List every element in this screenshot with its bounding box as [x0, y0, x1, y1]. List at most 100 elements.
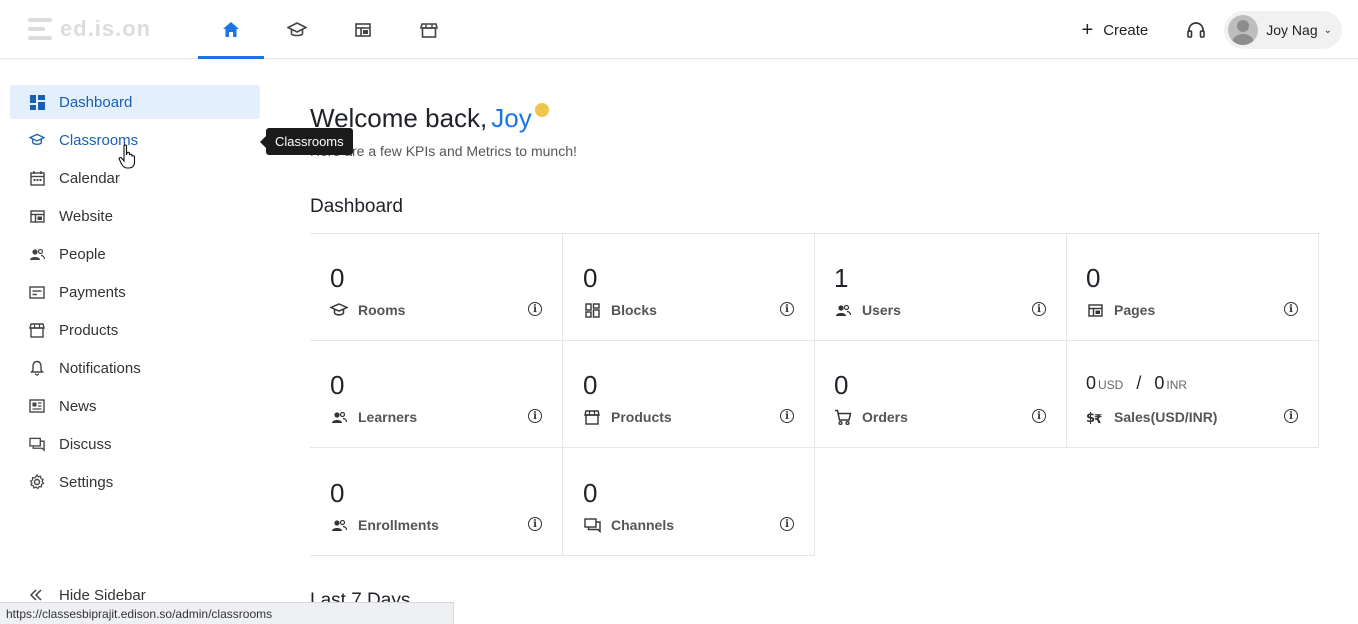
kpi-label-row: $ ₹ Sales(USD/INR): [1086, 408, 1217, 426]
kpi-label-row: Products: [583, 408, 672, 426]
top-bar: ed.is.on + Create Joy Nag ⌄: [0, 0, 1358, 59]
avatar: [1228, 15, 1259, 45]
sidebar-item-label: People: [59, 245, 106, 263]
welcome-name: Joy: [491, 103, 532, 133]
support-button[interactable]: [1186, 21, 1206, 39]
create-label: Create: [1103, 21, 1149, 39]
kpi-label: Products: [611, 409, 672, 425]
kpi-label: Learners: [358, 409, 418, 425]
kpi-label-row: Users: [834, 301, 901, 319]
logo-text: ed.is.on: [60, 16, 152, 41]
user-menu[interactable]: Joy Nag ⌄: [1224, 11, 1342, 49]
create-button[interactable]: + Create: [1082, 20, 1149, 40]
kpi-label: Rooms: [358, 302, 406, 318]
home-icon: [223, 22, 239, 37]
chevrons-left-icon: [29, 589, 45, 601]
sidebar-item-website[interactable]: Website: [10, 199, 260, 233]
sidebar-item-products[interactable]: Products: [10, 313, 260, 347]
kpi-card-products[interactable]: 0 Products i: [562, 340, 815, 448]
kpi-card-users[interactable]: 1 Users i: [814, 233, 1067, 341]
store-icon: [420, 22, 438, 38]
top-right: + Create Joy Nag ⌄: [1082, 10, 1342, 50]
sales-usd-value: 0: [1086, 373, 1097, 393]
sidebar-item-discuss[interactable]: Discuss: [10, 427, 260, 461]
kpi-card-learners[interactable]: 0 Learners i: [310, 340, 563, 448]
kpi-label: Blocks: [611, 302, 657, 318]
people-icon: [330, 516, 348, 534]
info-icon[interactable]: i: [528, 409, 542, 423]
classroom-icon: [330, 301, 348, 319]
kpi-value-sales: 0 USD / 0 INR: [1086, 373, 1187, 394]
kpi-card-enrollments[interactable]: 0 Enrollments i: [310, 448, 563, 556]
website-icon: [1086, 301, 1104, 319]
kpi-label-row: Enrollments: [330, 516, 439, 534]
kpi-label-row: Blocks: [583, 301, 657, 319]
app-logo[interactable]: ed.is.on: [28, 16, 152, 41]
store-icon: [29, 322, 45, 338]
sidebar-item-news[interactable]: News: [10, 389, 260, 423]
info-icon[interactable]: i: [780, 409, 794, 423]
dashboard-icon: [29, 94, 45, 110]
top-nav-store[interactable]: [396, 0, 462, 59]
kpi-label-row: Channels: [583, 516, 674, 534]
status-dot: [535, 103, 549, 117]
kpi-card-orders[interactable]: 0 Orders i: [814, 340, 1067, 448]
kpi-card-pages[interactable]: 0 Pages i: [1066, 233, 1319, 341]
sidebar-item-label: Notifications: [59, 359, 141, 377]
currency-icon: $ ₹: [1086, 408, 1104, 426]
kpi-value: 1: [834, 263, 849, 293]
kpi-card-channels[interactable]: 0 Channels i: [562, 448, 815, 556]
sales-separator: /: [1136, 373, 1142, 393]
kpi-value: 0: [834, 370, 849, 400]
sidebar-item-label: Website: [59, 207, 113, 225]
news-icon: [29, 398, 45, 414]
sidebar-item-settings[interactable]: Settings: [10, 465, 260, 499]
info-icon[interactable]: i: [1032, 409, 1046, 423]
kpi-value: 0: [330, 478, 345, 508]
info-icon[interactable]: i: [780, 517, 794, 531]
sidebar-item-notifications[interactable]: Notifications: [10, 351, 260, 385]
people-icon: [834, 301, 852, 319]
sidebar-item-people[interactable]: People: [10, 237, 260, 271]
kpi-label: Channels: [611, 517, 675, 533]
sidebar-item-label: Products: [59, 321, 119, 339]
info-icon[interactable]: i: [1284, 302, 1298, 316]
info-icon[interactable]: i: [528, 302, 542, 316]
sidebar-item-label: Settings: [59, 473, 114, 491]
info-icon[interactable]: i: [1032, 302, 1046, 316]
chevron-down-icon: ⌄: [1323, 24, 1332, 36]
top-nav-home[interactable]: [198, 0, 264, 59]
kpi-card-blocks[interactable]: 0 Blocks i: [562, 233, 815, 341]
kpi-value: 0: [1086, 263, 1101, 293]
kpi-label: Orders: [862, 409, 908, 425]
hand-cursor-icon: [118, 144, 136, 169]
top-nav-website[interactable]: [330, 0, 396, 59]
sidebar-item-payments[interactable]: Payments: [10, 275, 260, 309]
cart-icon: [834, 408, 852, 426]
website-icon: [29, 208, 45, 224]
hide-sidebar-label: Hide Sidebar: [59, 586, 146, 604]
kpi-card-rooms[interactable]: 0 Rooms i: [310, 233, 563, 341]
sidebar-item-label: Calendar: [59, 169, 120, 187]
blocks-icon: [583, 301, 601, 319]
info-icon[interactable]: i: [528, 517, 542, 531]
top-nav-classrooms[interactable]: [264, 0, 330, 59]
kpi-label-row: Rooms: [330, 301, 405, 319]
sales-usd-unit: USD: [1098, 378, 1124, 392]
kpi-value: 0: [330, 370, 345, 400]
section-title: Dashboard: [310, 196, 403, 217]
sidebar-item-label: News: [59, 397, 97, 415]
info-icon[interactable]: i: [780, 302, 794, 316]
info-icon[interactable]: i: [1284, 409, 1298, 423]
kpi-value: 0: [330, 263, 345, 293]
sidebar-item-dashboard[interactable]: Dashboard: [10, 85, 260, 119]
kpi-card-sales[interactable]: 0 USD / 0 INR $ ₹ Sales(USD/INR) i: [1066, 340, 1319, 448]
calendar-icon: [29, 170, 45, 186]
plus-icon: +: [1081, 19, 1094, 41]
menu-icon: [28, 18, 52, 40]
discuss-icon: [29, 436, 45, 452]
kpi-label-row: Pages: [1086, 301, 1155, 319]
kpi-label: Pages: [1114, 302, 1156, 318]
website-layout-icon: [355, 22, 371, 37]
payments-icon: [29, 284, 45, 300]
